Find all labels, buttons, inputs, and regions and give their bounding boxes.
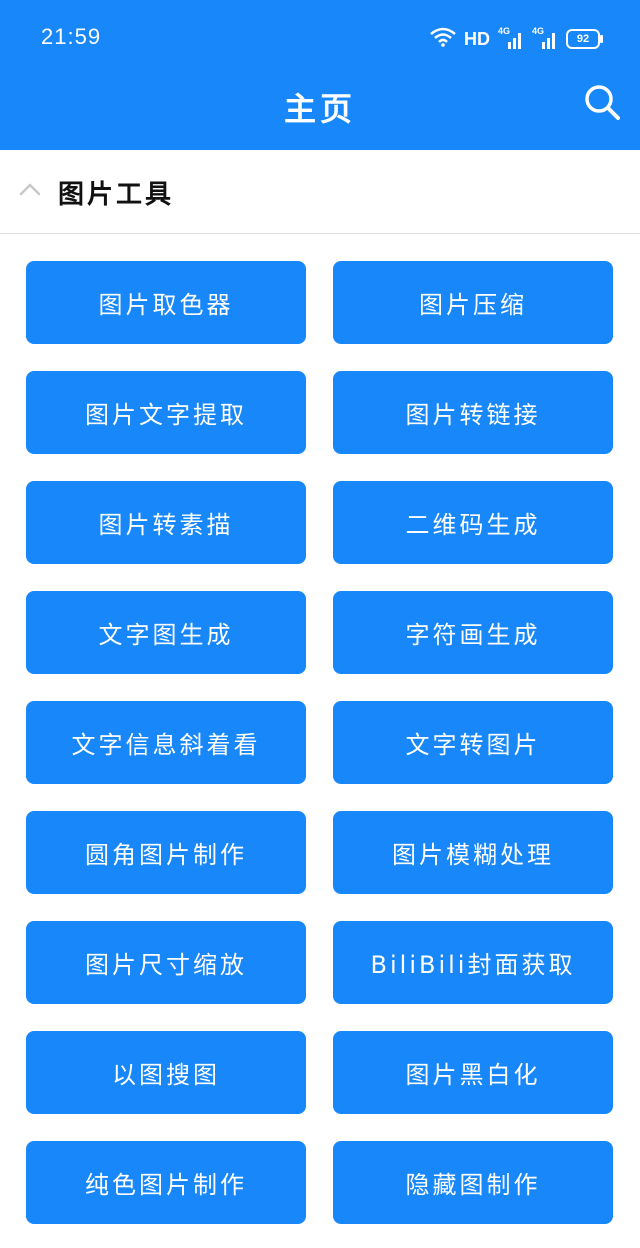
tool-button-image-grayscale[interactable]: 图片黑白化: [333, 1031, 613, 1114]
signal-icon-2: 4G: [532, 26, 558, 50]
tool-button-rounded-image[interactable]: 圆角图片制作: [26, 811, 306, 894]
tool-button-image-text-extract[interactable]: 图片文字提取: [26, 371, 306, 454]
tool-button-slanted-text[interactable]: 文字信息斜着看: [26, 701, 306, 784]
tool-button-text-image-generate[interactable]: 文字图生成: [26, 591, 306, 674]
network-type-1: 4G: [498, 26, 511, 36]
status-bar: 21:59 HD 4G 4G 92: [0, 0, 640, 76]
chevron-up-icon: [18, 181, 42, 201]
collapse-toggle[interactable]: [14, 176, 46, 206]
status-time: 21:59: [41, 24, 102, 49]
wifi-icon: [430, 27, 456, 51]
tool-button-reverse-image-search[interactable]: 以图搜图: [26, 1031, 306, 1114]
search-button[interactable]: [580, 82, 624, 126]
tool-button-solid-color-image[interactable]: 纯色图片制作: [26, 1141, 306, 1224]
tool-button-image-to-sketch[interactable]: 图片转素描: [26, 481, 306, 564]
section-title: 图片工具: [58, 180, 175, 210]
section-header: 图片工具: [0, 150, 640, 234]
network-type-2: 4G: [532, 26, 545, 36]
tool-button-image-blur[interactable]: 图片模糊处理: [333, 811, 613, 894]
tool-button-image-color-picker[interactable]: 图片取色器: [26, 261, 306, 344]
page-title: 主页: [283, 90, 356, 128]
tool-button-bilibili-cover[interactable]: BiliBili封面获取: [333, 921, 613, 1004]
battery-icon: 92: [566, 29, 603, 49]
tool-button-image-resize[interactable]: 图片尺寸缩放: [26, 921, 306, 1004]
tool-button-image-compress[interactable]: 图片压缩: [333, 261, 613, 344]
tool-button-text-to-image[interactable]: 文字转图片: [333, 701, 613, 784]
tool-button-image-to-link[interactable]: 图片转链接: [333, 371, 613, 454]
status-icons: HD 4G 4G 92: [430, 26, 603, 52]
app-header: 21:59 HD 4G 4G 92 主页: [0, 0, 640, 150]
search-icon: [582, 82, 622, 126]
hd-label: HD: [464, 28, 490, 49]
battery-level: 92: [576, 33, 590, 45]
tool-button-ascii-art-generate[interactable]: 字符画生成: [333, 591, 613, 674]
tool-grid: 图片取色器 图片压缩 图片文字提取 图片转链接 图片转素描 二维码生成 文字图生…: [26, 261, 613, 1224]
tool-button-qrcode-generate[interactable]: 二维码生成: [333, 481, 613, 564]
tool-button-hidden-image[interactable]: 隐藏图制作: [333, 1141, 613, 1224]
signal-icon-1: 4G: [498, 26, 524, 50]
